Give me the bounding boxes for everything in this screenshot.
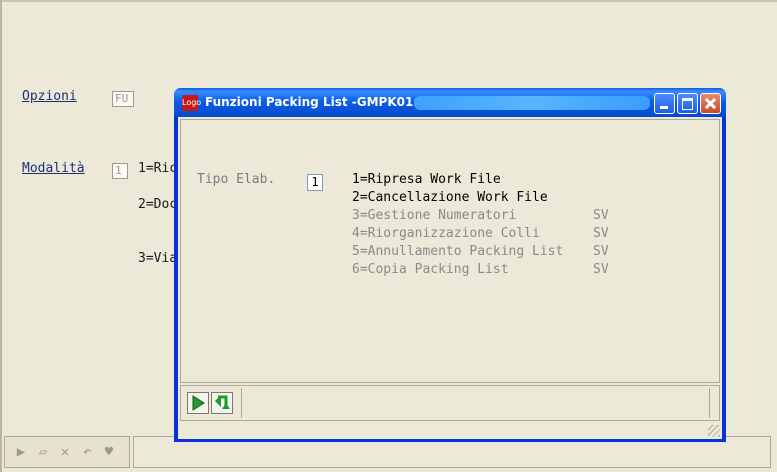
background-toolbar: ▶ ▱ ✕ ↶ ♥ xyxy=(4,436,130,468)
minimize-button[interactable] xyxy=(654,93,675,114)
heart-icon[interactable]: ♥ xyxy=(101,444,117,460)
modalita-option-3: 3=Via xyxy=(138,251,178,266)
close-button[interactable] xyxy=(700,93,721,114)
option-riorganizzazione-colli: 4=Riorganizzazione Colli xyxy=(352,226,540,241)
option-6-tag: SV xyxy=(593,262,609,277)
option-copia-packing-list: 6=Copia Packing List xyxy=(352,262,509,277)
toolbar-separator-right xyxy=(709,388,710,418)
dialog-title: Funzioni Packing List -GMPK01G- xyxy=(205,95,429,109)
top-border xyxy=(0,0,777,2)
play-icon[interactable]: ▶ xyxy=(13,444,29,460)
modalita-option-1: 1=Ric xyxy=(138,161,178,176)
dialog-titlebar[interactable]: Logo Funzioni Packing List -GMPK01G- xyxy=(174,88,726,117)
option-5-tag: SV xyxy=(593,244,609,259)
redacted-title-area xyxy=(414,96,650,110)
toolbar-separator xyxy=(241,388,242,418)
opzioni-label: Opzioni xyxy=(22,89,77,104)
back-button[interactable] xyxy=(211,392,233,414)
return-icon xyxy=(215,395,230,409)
left-border xyxy=(0,0,2,472)
dialog-toolbar xyxy=(180,385,720,421)
modalita-field[interactable]: 1 xyxy=(112,163,128,179)
close-icon[interactable]: ✕ xyxy=(57,444,73,460)
dialog-client-area: Tipo Elab. 1 1=Ripresa Work File 2=Cance… xyxy=(178,117,722,439)
tipo-elab-input[interactable]: 1 xyxy=(307,174,323,191)
eraser-icon[interactable]: ▱ xyxy=(35,444,51,460)
option-ripresa-work-file: 1=Ripresa Work File xyxy=(352,172,501,187)
tipo-elab-label: Tipo Elab. xyxy=(197,172,276,187)
modalita-option-2: 2=Doc xyxy=(138,197,178,212)
option-annullamento-packing-list: 5=Annullamento Packing List xyxy=(352,244,564,259)
opzioni-field[interactable]: FU xyxy=(112,91,134,107)
options-panel: Tipo Elab. 1 1=Ripresa Work File 2=Cance… xyxy=(180,119,720,383)
return-icon[interactable]: ↶ xyxy=(79,444,95,460)
play-icon xyxy=(192,395,205,411)
option-cancellazione-work-file: 2=Cancellazione Work File xyxy=(352,190,548,205)
maximize-button[interactable] xyxy=(677,93,698,114)
confirm-button[interactable] xyxy=(187,392,209,414)
option-gestione-numeratori: 3=Gestione Numeratori xyxy=(352,208,517,223)
option-3-tag: SV xyxy=(593,208,609,223)
resize-grip[interactable] xyxy=(708,425,720,437)
modalita-label: Modalità xyxy=(22,161,85,176)
app-logo-icon: Logo xyxy=(182,95,201,111)
packing-list-dialog: Logo Funzioni Packing List -GMPK01G- Tip… xyxy=(174,88,726,442)
option-4-tag: SV xyxy=(593,226,609,241)
